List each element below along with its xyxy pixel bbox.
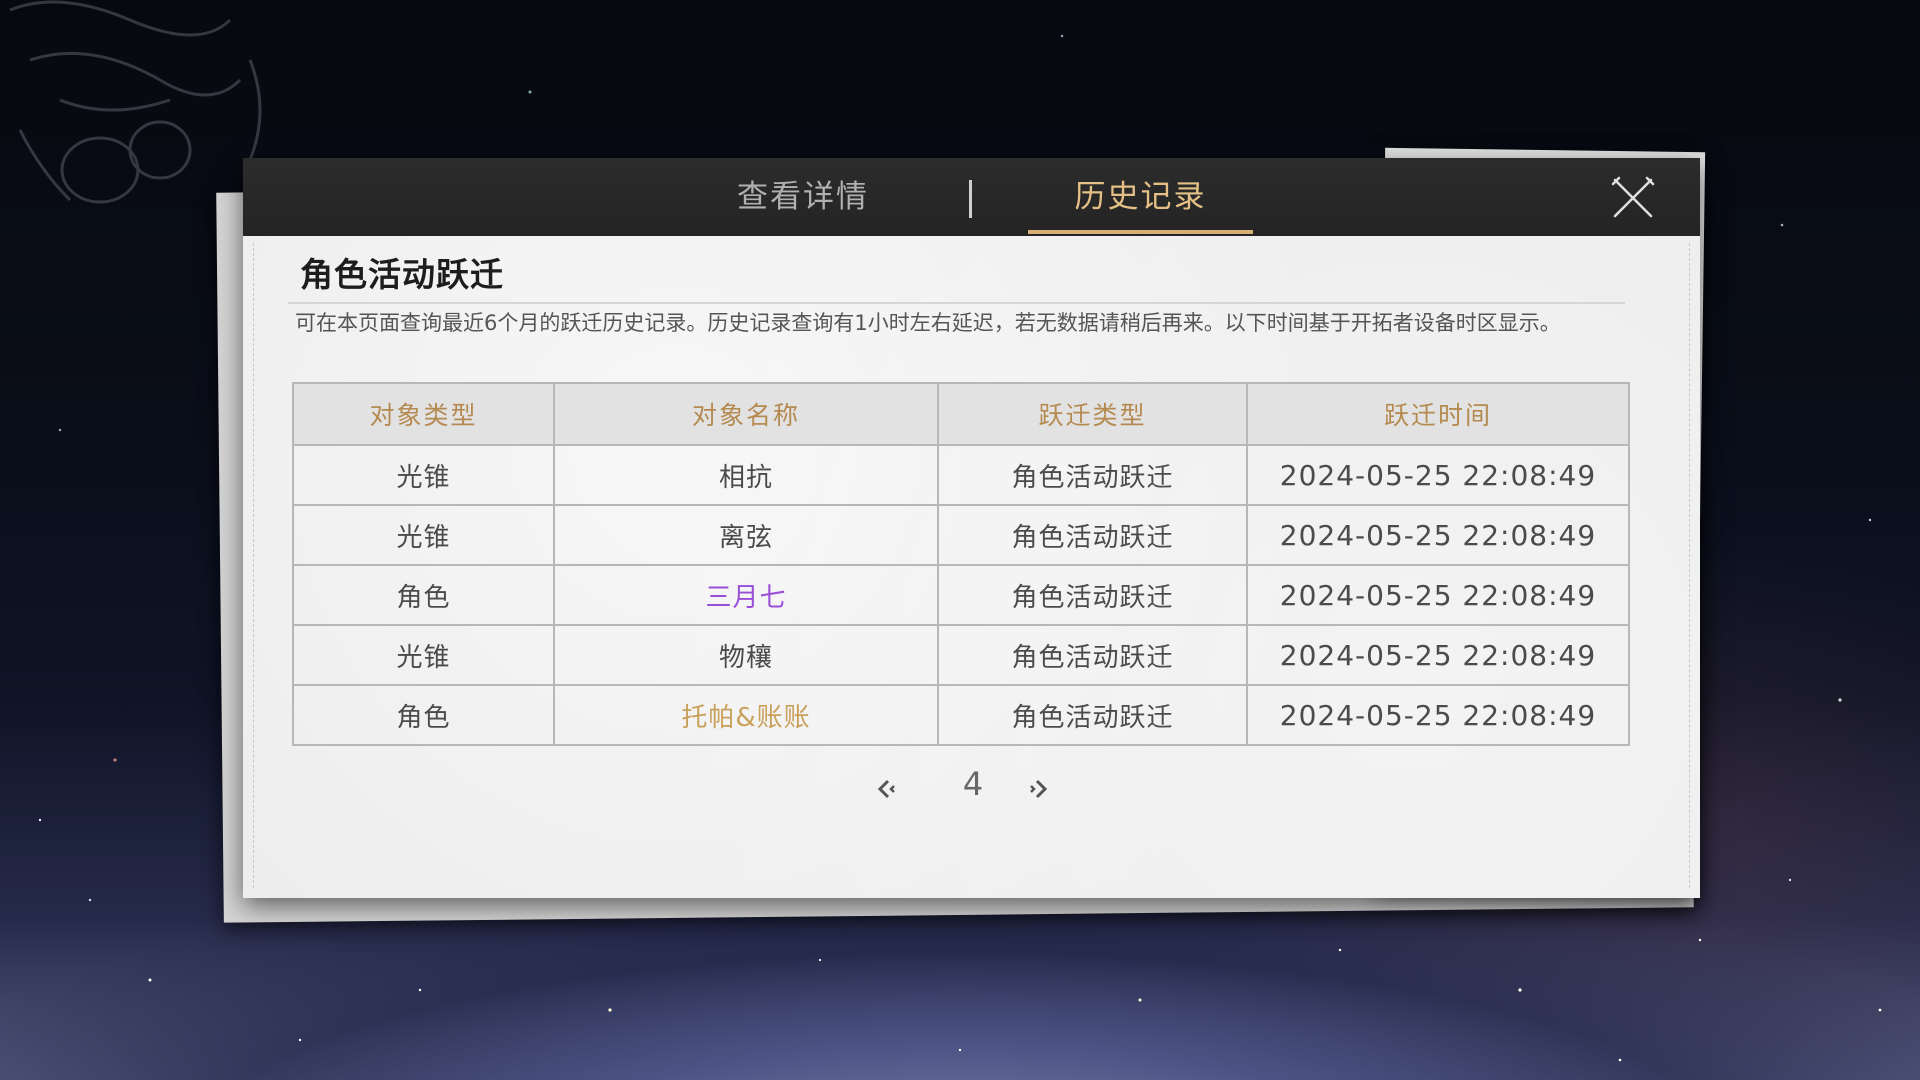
cell-warp-type: 角色活动跃迁 (937, 504, 1248, 566)
cell-warp-time: 2024-05-25 22:08:49 (1246, 564, 1630, 626)
cell-warp-time: 2024-05-25 22:08:49 (1246, 444, 1630, 506)
table-row: 光锥 物穰 角色活动跃迁 2024-05-25 22:08:49 (292, 624, 1630, 686)
cell-warp-type: 角色活动跃迁 (937, 444, 1248, 506)
cell-item-name: 物穰 (553, 624, 939, 686)
chevron-left-icon (877, 779, 895, 799)
section-description: 可在本页面查询最近6个月的跃迁历史记录。历史记录查询有1小时左右延迟，若无数据请… (295, 311, 1561, 335)
tab-history[interactable]: 历史记录 (1028, 158, 1253, 236)
tab-divider (969, 180, 972, 218)
cell-warp-type: 角色活动跃迁 (937, 684, 1248, 746)
cell-item-type: 光锥 (292, 504, 555, 566)
cell-warp-time: 2024-05-25 22:08:49 (1246, 684, 1630, 746)
current-page-number: 4 (962, 765, 984, 803)
cell-item-name-five-star: 托帕&账账 (553, 684, 939, 746)
close-button[interactable] (1611, 176, 1655, 220)
close-icon (1611, 176, 1655, 218)
table-header-row: 对象类型 对象名称 跃迁类型 跃迁时间 (292, 382, 1630, 446)
tab-history-label: 历史记录 (1074, 179, 1207, 215)
cell-warp-time: 2024-05-25 22:08:49 (1246, 504, 1630, 566)
cell-warp-type: 角色活动跃迁 (937, 624, 1248, 686)
cell-item-name-four-star: 三月七 (553, 564, 939, 626)
cell-item-type: 角色 (292, 564, 555, 626)
header-warp-time: 跃迁时间 (1246, 382, 1630, 446)
cell-item-type: 光锥 (292, 624, 555, 686)
cell-item-name: 相抗 (553, 444, 939, 506)
cell-item-name: 离弦 (553, 504, 939, 566)
pagination: 4 (243, 765, 1700, 815)
cell-item-type: 光锥 (292, 444, 555, 506)
cell-warp-type: 角色活动跃迁 (937, 564, 1248, 626)
table-row: 光锥 相抗 角色活动跃迁 2024-05-25 22:08:49 (292, 444, 1630, 506)
section-title: 角色活动跃迁 (300, 255, 504, 294)
history-dialog: 查看详情 历史记录 角色活动跃迁 可在本页面查询最近6个月的跃迁历史记录。历史记… (243, 158, 1700, 898)
table-row: 角色 三月七 角色活动跃迁 2024-05-25 22:08:49 (292, 564, 1630, 626)
tab-bar: 查看详情 历史记录 (243, 158, 1700, 236)
title-divider (288, 302, 1625, 304)
table-row: 角色 托帕&账账 角色活动跃迁 2024-05-25 22:08:49 (292, 684, 1630, 746)
tab-details[interactable]: 查看详情 (683, 158, 923, 236)
cell-item-type: 角色 (292, 684, 555, 746)
prev-page-button[interactable] (868, 771, 904, 807)
header-item-type: 对象类型 (292, 382, 555, 446)
cell-warp-time: 2024-05-25 22:08:49 (1246, 624, 1630, 686)
active-tab-indicator (1028, 230, 1253, 234)
header-item-name: 对象名称 (553, 382, 939, 446)
header-warp-type: 跃迁类型 (937, 382, 1248, 446)
chevron-right-icon (1030, 779, 1048, 799)
table-row: 光锥 离弦 角色活动跃迁 2024-05-25 22:08:49 (292, 504, 1630, 566)
history-table: 对象类型 对象名称 跃迁类型 跃迁时间 光锥 相抗 角色活动跃迁 2024-05… (292, 382, 1630, 746)
next-page-button[interactable] (1021, 771, 1057, 807)
tab-details-label: 查看详情 (737, 179, 869, 215)
